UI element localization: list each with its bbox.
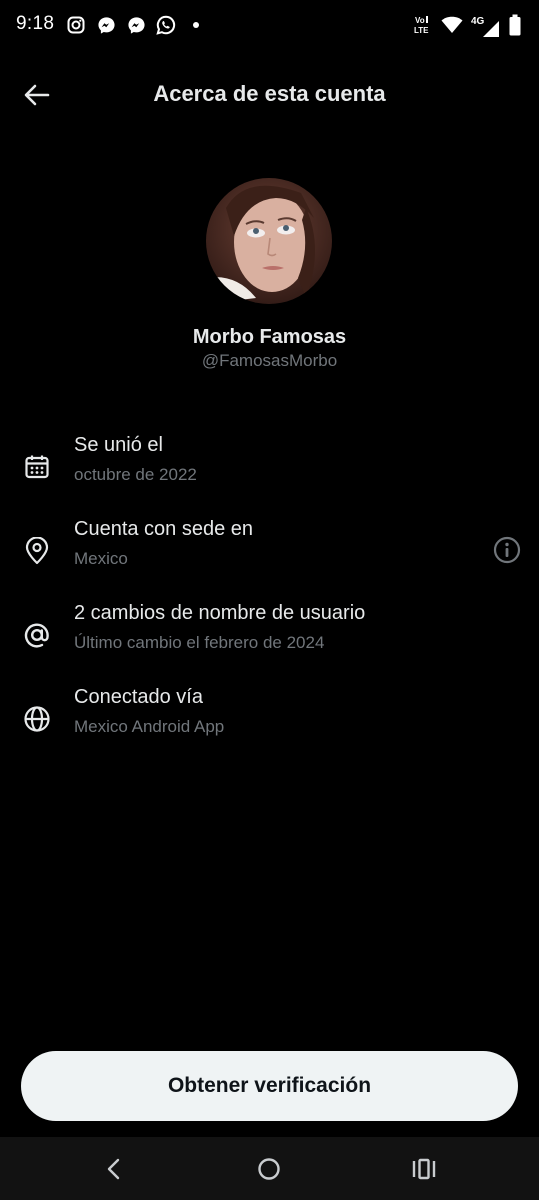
status-bar: 9:18 Vo LTE 4G [0,0,539,52]
notification-icons [66,15,206,35]
signal-4g-icon: 4G [471,16,501,39]
back-nav-button[interactable] [98,1153,130,1185]
svg-text:Vo: Vo [415,16,425,25]
info-row-username-changes: 2 cambios de nombre de usuario Último ca… [0,600,539,670]
calendar-icon [20,450,54,484]
home-nav-icon [258,1158,280,1180]
globe-icon [20,702,54,736]
recents-nav-icon [412,1158,436,1180]
wifi-icon [441,16,463,39]
user-handle: @FamosasMorbo [201,351,338,370]
home-nav-button[interactable] [253,1153,285,1185]
info-row-joined: Se unió el octubre de 2022 [0,432,539,502]
display-name: Morbo Famosas [192,326,347,348]
location-label: Cuenta con sede en [74,518,254,540]
username-changes-label: 2 cambios de nombre de usuario [74,602,366,624]
at-sign-icon [20,618,54,652]
joined-date: octubre de 2022 [74,465,197,484]
dot-icon [186,15,206,35]
location-value: Mexico [74,549,128,568]
get-verified-button[interactable]: Obtener verificación [21,1051,518,1121]
volte-icon: Vo LTE [413,14,433,41]
svg-text:LTE: LTE [414,26,429,35]
messenger-icon [126,15,146,35]
avatar[interactable] [206,178,332,304]
page-title: Acerca de esta cuenta [153,81,386,106]
info-row-location: Cuenta con sede en Mexico [0,516,539,586]
info-icon [493,536,521,564]
messenger-icon [96,15,116,35]
top-app-bar: Acerca de esta cuenta [0,62,539,126]
back-nav-icon [107,1158,120,1180]
system-nav-bar [0,1137,539,1200]
instagram-icon [66,15,86,35]
location-info-button[interactable] [491,534,523,566]
info-row-connected-via: Conectado vía Mexico Android App [0,684,539,754]
location-pin-icon [20,534,54,568]
whatsapp-icon [156,15,176,35]
joined-label: Se unió el [74,434,163,456]
username-last-change: Último cambio el febrero de 2024 [74,633,325,652]
status-time: 9:18 [16,13,55,34]
recents-nav-button[interactable] [408,1153,440,1185]
connected-via-label: Conectado vía [74,686,203,708]
connected-via-value: Mexico Android App [74,717,225,736]
system-icons: Vo LTE 4G [413,14,521,41]
battery-icon [509,14,521,41]
